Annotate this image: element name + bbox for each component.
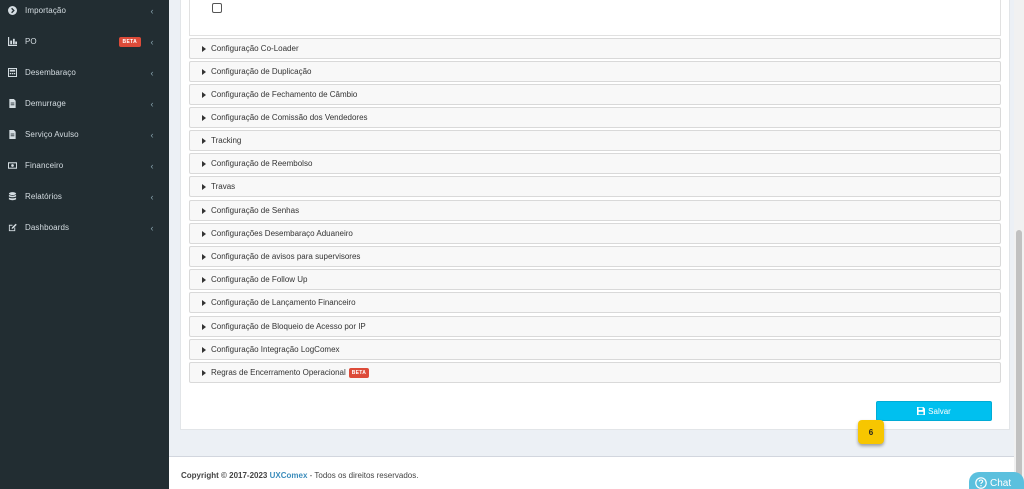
caret-right-icon: [202, 369, 206, 376]
caret-right-icon: [202, 68, 206, 75]
chat-label: Chat: [990, 477, 1012, 489]
caret-right-icon: [202, 230, 206, 237]
caret-right-icon: [202, 137, 206, 144]
accordion-label: Configuração de Fechamento de Câmbio: [211, 90, 358, 99]
footer: Copyright © 2017-2023 UXComex - Todos os…: [169, 456, 1014, 489]
accordion-travas[interactable]: Travas: [189, 176, 1001, 197]
bar-chart-icon: [8, 37, 17, 46]
accordion-bloqueio-ip[interactable]: Configuração de Bloqueio de Acesso por I…: [189, 316, 1001, 337]
chevron-left-icon: ‹: [150, 98, 154, 109]
accordion-senhas[interactable]: Configuração de Senhas: [189, 200, 1001, 221]
save-button-label: Salvar: [928, 406, 951, 416]
caret-right-icon: [202, 114, 206, 121]
accordion-label: Tracking: [211, 136, 242, 145]
settings-box: Configuração Co-Loader Configuração de D…: [180, 0, 1010, 430]
accordion-follow-up[interactable]: Configuração de Follow Up: [189, 269, 1001, 290]
sidebar-item-label: Financeiro: [25, 161, 64, 170]
sidebar-item-label: Demurrage: [25, 99, 66, 108]
scrollbar-thumb[interactable]: [1016, 230, 1022, 489]
accordion-label: Configuração de Duplicação: [211, 67, 312, 76]
caret-right-icon: [202, 299, 206, 306]
accordion-label: Configuração de Follow Up: [211, 275, 308, 284]
save-button[interactable]: Salvar: [876, 401, 992, 421]
question-circle-icon: [975, 477, 987, 489]
chevron-left-icon: ‹: [150, 191, 154, 202]
accordion-avisos-supervisores[interactable]: Configuração de avisos para supervisores: [189, 246, 1001, 267]
edit-icon: [8, 223, 17, 232]
caret-right-icon: [202, 45, 206, 52]
expanded-panel: [189, 0, 1001, 36]
copyright-text: Copyright © 2017-2023: [181, 471, 268, 480]
accordion-label: Regras de Encerramento Operacional: [211, 368, 346, 377]
scrollbar[interactable]: [1014, 0, 1024, 489]
option-checkbox[interactable]: [212, 3, 222, 13]
money-icon: [8, 161, 17, 170]
caret-right-icon: [202, 323, 206, 330]
accordion-label: Configuração de avisos para supervisores: [211, 252, 361, 261]
sidebar-item-po[interactable]: PO BETA ‹: [0, 26, 169, 57]
file-icon: [8, 130, 17, 139]
step-badge: 6: [858, 420, 884, 444]
caret-right-icon: [202, 183, 206, 190]
save-icon: [917, 407, 926, 415]
sidebar-item-label: Importação: [25, 6, 67, 15]
sidebar-item-relatorios[interactable]: Relatórios ‹: [0, 181, 169, 212]
chat-button[interactable]: Chat: [969, 472, 1024, 489]
file-icon: [8, 99, 17, 108]
footer-copyright: Copyright © 2017-2023 UXComex - Todos os…: [181, 471, 418, 480]
beta-badge: BETA: [348, 367, 370, 378]
sidebar-item-label: Relatórios: [25, 192, 63, 201]
accordion-label: Configuração de Reembolso: [211, 159, 313, 168]
accordion-label: Configuração de Bloqueio de Acesso por I…: [211, 322, 366, 331]
caret-right-icon: [202, 276, 206, 283]
sidebar-item-dashboards[interactable]: Dashboards ‹: [0, 212, 169, 243]
chevron-left-icon: ‹: [150, 67, 154, 78]
accordion-fechamento-cambio[interactable]: Configuração de Fechamento de Câmbio: [189, 84, 1001, 105]
accordion-reembolso[interactable]: Configuração de Reembolso: [189, 153, 1001, 174]
caret-right-icon: [202, 207, 206, 214]
accordion-label: Travas: [211, 182, 236, 191]
sidebar: Importação ‹ PO BETA ‹ Desembaraço ‹ Dem…: [0, 0, 169, 489]
arrow-circle-right-icon: [8, 6, 17, 15]
caret-right-icon: [202, 91, 206, 98]
sidebar-item-financeiro[interactable]: Financeiro ‹: [0, 150, 169, 181]
sidebar-item-label: Serviço Avulso: [25, 130, 79, 139]
accordion-desembaraco-aduaneiro[interactable]: Configurações Desembaraço Aduaneiro: [189, 223, 1001, 244]
sidebar-item-label: PO: [25, 37, 37, 46]
sidebar-item-demurrage[interactable]: Demurrage ‹: [0, 88, 169, 119]
sidebar-item-servico-avulso[interactable]: Serviço Avulso ‹: [0, 119, 169, 150]
caret-right-icon: [202, 253, 206, 260]
chevron-left-icon: ‹: [150, 5, 154, 16]
accordion-lancamento-financeiro[interactable]: Configuração de Lançamento Financeiro: [189, 292, 1001, 313]
accordion-label: Configuração Co-Loader: [211, 44, 299, 53]
accordion-label: Configuração Integração LogComex: [211, 345, 340, 354]
accordion-label: Configurações Desembaraço Aduaneiro: [211, 229, 353, 238]
accordion-comissao-vendedores[interactable]: Configuração de Comissão dos Vendedores: [189, 107, 1001, 128]
accordion-label: Configuração de Senhas: [211, 206, 300, 215]
accordion-integracao-logcomex[interactable]: Configuração Integração LogComex: [189, 339, 1001, 360]
beta-badge: BETA: [118, 36, 141, 47]
chevron-left-icon: ‹: [150, 129, 154, 140]
chevron-left-icon: ‹: [150, 222, 154, 233]
accordion-co-loader[interactable]: Configuração Co-Loader: [189, 38, 1001, 59]
accordion-tracking[interactable]: Tracking: [189, 130, 1001, 151]
caret-right-icon: [202, 346, 206, 353]
chevron-left-icon: ‹: [150, 36, 154, 47]
accordion-encerramento-operacional[interactable]: Regras de Encerramento Operacional BETA: [189, 362, 1001, 383]
sidebar-item-importacao[interactable]: Importação ‹: [0, 0, 169, 26]
sidebar-item-label: Desembaraço: [25, 68, 76, 77]
sidebar-item-desembaraco[interactable]: Desembaraço ‹: [0, 57, 169, 88]
brand-link[interactable]: UXComex: [270, 471, 308, 480]
sidebar-item-label: Dashboards: [25, 223, 70, 232]
rights-text: - Todos os direitos reservados.: [309, 471, 419, 480]
accordion-duplicacao[interactable]: Configuração de Duplicação: [189, 61, 1001, 82]
caret-right-icon: [202, 160, 206, 167]
accordion-label: Configuração de Lançamento Financeiro: [211, 298, 356, 307]
database-icon: [8, 192, 17, 201]
chevron-left-icon: ‹: [150, 160, 154, 171]
accordion-label: Configuração de Comissão dos Vendedores: [211, 113, 368, 122]
calculator-icon: [8, 68, 17, 77]
